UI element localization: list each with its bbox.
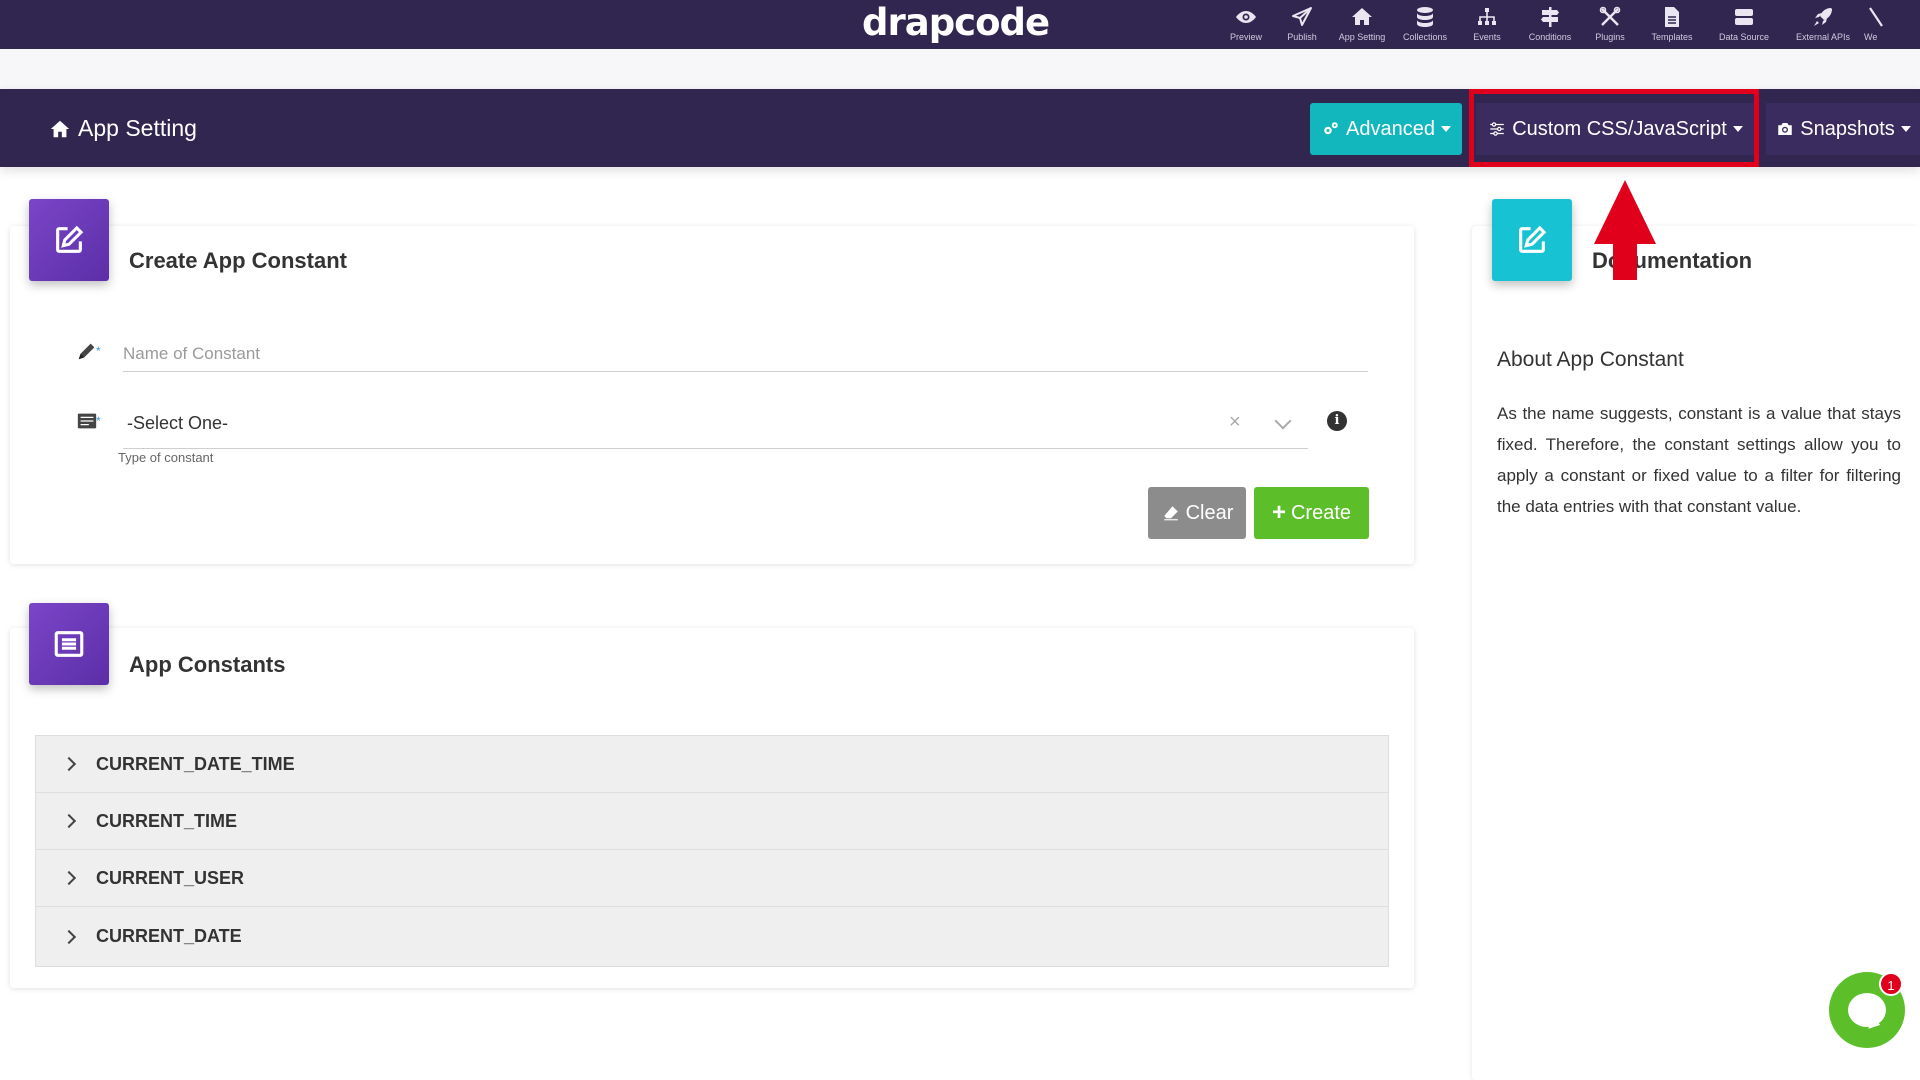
camera-icon [1775, 120, 1795, 138]
documentation-body: As the name suggests, constant is a valu… [1497, 404, 1901, 516]
nav-conditions[interactable]: Conditions [1518, 0, 1582, 49]
accordion-row-current-date-time[interactable]: CURRENT_DATE_TIME [36, 736, 1388, 793]
constant-type-value: -Select One- [127, 413, 229, 433]
edit-icon [29, 199, 109, 281]
advanced-dropdown-button[interactable]: Advanced [1310, 103, 1462, 155]
app-setting-bar: App Setting Advanced Custom CSS/JavaScri… [0, 89, 1920, 167]
nav-preview[interactable]: Preview [1218, 0, 1274, 49]
sub-strip [0, 49, 1920, 89]
type-help-text: Type of constant [118, 450, 214, 465]
nav-events[interactable]: Events [1456, 0, 1518, 49]
page-title: App Setting [48, 115, 197, 142]
clear-label: Clear [1185, 501, 1234, 524]
nav-plugins[interactable]: Plugins [1582, 0, 1638, 49]
constant-name: CURRENT_DATE [96, 926, 242, 946]
plus-icon: + [1271, 499, 1286, 526]
annotation-arrow-icon [1594, 180, 1656, 280]
snapshots-dropdown-button[interactable]: Snapshots [1766, 103, 1920, 155]
top-nav-menu: Preview Publish App Setting Collections … [1218, 0, 1896, 49]
home-icon [1352, 8, 1372, 25]
constant-type-select[interactable] [123, 405, 1308, 449]
cogs-icon [1321, 120, 1341, 138]
top-navbar: drapcode Preview Publish App Setting Col… [0, 0, 1920, 49]
eye-icon [1236, 11, 1256, 23]
caret-down-icon [1732, 126, 1743, 132]
nav-label: Conditions [1528, 32, 1572, 42]
edit-icon [1492, 199, 1572, 281]
caret-down-icon [1440, 126, 1451, 132]
chevron-right-icon [61, 929, 77, 944]
constant-name: CURRENT_USER [96, 867, 245, 888]
nav-label: Data Source [1718, 32, 1770, 42]
required-marker: * [96, 414, 101, 428]
nav-collections[interactable]: Collections [1394, 0, 1456, 49]
custom-css-js-dropdown-button[interactable]: Custom CSS/JavaScript [1476, 103, 1754, 155]
caret-down-icon [1900, 126, 1911, 132]
nav-label: Templates [1651, 32, 1693, 42]
nav-app-setting[interactable]: App Setting [1330, 0, 1394, 49]
drapcode-logo[interactable]: drapcode [862, 2, 1050, 44]
constant-name: CURRENT_TIME [96, 810, 238, 831]
sitemap-icon [1478, 8, 1496, 25]
file-icon [1665, 7, 1679, 27]
accordion-row-current-user[interactable]: CURRENT_USER [36, 850, 1388, 907]
database-icon [1417, 7, 1433, 27]
tools-icon [1599, 6, 1621, 26]
clear-selection-icon[interactable]: × [1229, 411, 1241, 434]
create-button[interactable]: + Create [1254, 487, 1369, 539]
chat-notification-badge: 1 [1879, 972, 1903, 996]
documentation-subtitle: About App Constant [1497, 348, 1684, 371]
required-marker: * [96, 344, 101, 358]
home-icon [50, 120, 70, 137]
chat-icon [1848, 993, 1886, 1027]
nav-web[interactable]: We [1864, 0, 1896, 49]
accordion-row-current-time[interactable]: CURRENT_TIME [36, 793, 1388, 850]
nav-label: Preview [1229, 32, 1262, 42]
chevron-right-icon [61, 756, 77, 772]
sliders-icon [1487, 120, 1507, 138]
nav-label: Events [1473, 32, 1501, 42]
constant-name-input[interactable] [123, 337, 1368, 371]
nav-external-apis[interactable]: External APIs [1782, 0, 1864, 49]
page-title-text: App Setting [78, 115, 197, 141]
advanced-label: Advanced [1346, 117, 1435, 140]
snapshots-label: Snapshots [1800, 117, 1895, 140]
eraser-icon [1161, 504, 1181, 522]
constant-name: CURRENT_DATE_TIME [96, 753, 295, 774]
nav-data-source[interactable]: Data Source [1706, 0, 1782, 49]
nav-label: External APIs [1795, 32, 1851, 42]
nav-label: We [1864, 32, 1878, 42]
rocket-icon [1814, 8, 1832, 26]
custom-css-js-label: Custom CSS/JavaScript [1512, 117, 1727, 140]
list-icon [29, 603, 109, 685]
clear-button[interactable]: Clear [1148, 487, 1246, 539]
nav-publish[interactable]: Publish [1274, 0, 1330, 49]
info-icon[interactable]: i [1327, 411, 1347, 431]
nav-label: Collections [1402, 32, 1448, 42]
signpost-icon [1541, 7, 1559, 27]
web-icon [1869, 7, 1883, 27]
chevron-right-icon [61, 870, 77, 886]
nav-label: Plugins [1595, 32, 1625, 42]
app-constants-title: App Constants [129, 652, 286, 677]
paper-plane-icon [1292, 7, 1312, 26]
chevron-right-icon [61, 813, 77, 829]
create-label: Create [1290, 501, 1352, 524]
accordion-row-current-date[interactable]: CURRENT_DATE [36, 907, 1388, 966]
constant-name-field [123, 337, 1368, 372]
nav-label: Publish [1287, 32, 1317, 42]
create-card-title: Create App Constant [129, 248, 347, 273]
server-icon [1735, 9, 1753, 25]
constants-accordion: CURRENT_DATE_TIME CURRENT_TIME CURRENT_U… [35, 735, 1389, 967]
nav-label: App Setting [1338, 32, 1386, 42]
nav-templates[interactable]: Templates [1638, 0, 1706, 49]
